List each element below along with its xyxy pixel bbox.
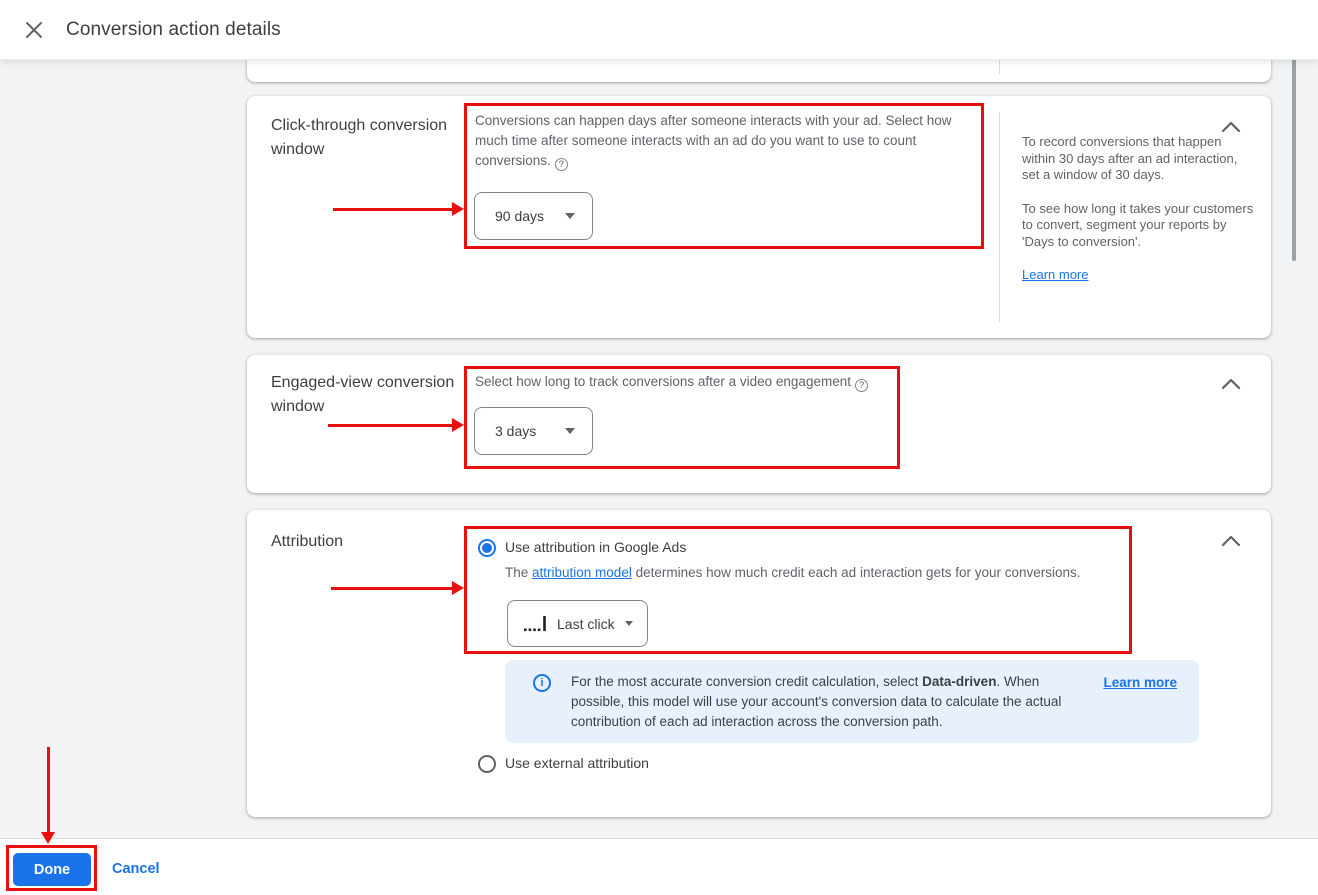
help-icon[interactable]: ?: [855, 379, 868, 392]
collapse-chevron-icon[interactable]: [1221, 120, 1241, 134]
info-icon: i: [533, 674, 551, 692]
page-title: Conversion action details: [66, 19, 281, 41]
collapse-chevron-icon[interactable]: [1221, 534, 1241, 548]
engaged-view-description: Select how long to track conversions aft…: [475, 372, 915, 392]
click-through-help-panel: To record conversions that happen within…: [1022, 134, 1258, 284]
click-through-label: Click-through conversion window: [271, 114, 456, 162]
help-icon[interactable]: ?: [555, 158, 568, 171]
click-through-window-dropdown[interactable]: 90 days: [474, 192, 593, 240]
close-icon[interactable]: [24, 20, 44, 40]
google-ads-attribution-radio-label: Use attribution in Google Ads: [505, 539, 686, 555]
attribution-label: Attribution: [271, 530, 456, 554]
dropdown-caret-icon: [565, 428, 575, 434]
annotation-arrow-done: [47, 747, 50, 833]
collapse-chevron-icon[interactable]: [1221, 377, 1241, 391]
attribution-model-link[interactable]: attribution model: [532, 565, 632, 580]
help-paragraph: To see how long it takes your customers …: [1022, 201, 1258, 251]
dropdown-caret-icon: [625, 621, 633, 626]
conversion-action-details-dialog: Conversion action details Click-through …: [0, 0, 1318, 895]
engaged-view-card: Engaged-view conversion window Select ho…: [247, 355, 1271, 493]
cancel-button[interactable]: Cancel: [112, 861, 160, 877]
learn-more-link[interactable]: Learn more: [1022, 267, 1088, 282]
engaged-view-window-dropdown[interactable]: 3 days: [474, 407, 593, 455]
data-driven-info-box: i For the most accurate conversion credi…: [505, 660, 1199, 743]
card-divider: [999, 112, 1000, 322]
click-through-card: Click-through conversion window Conversi…: [247, 96, 1271, 338]
learn-more-link[interactable]: Learn more: [1103, 675, 1177, 731]
dialog-header: Conversion action details: [0, 0, 1318, 60]
attribution-model-dropdown[interactable]: Last click: [507, 600, 648, 647]
engaged-view-window-value: 3 days: [495, 423, 536, 439]
done-button[interactable]: Done: [13, 853, 91, 886]
info-text: For the most accurate conversion credit …: [571, 672, 1079, 731]
help-paragraph: To record conversions that happen within…: [1022, 134, 1258, 184]
external-attribution-radio[interactable]: [478, 755, 496, 773]
dialog-footer: Done Cancel: [0, 838, 1318, 895]
external-attribution-radio-label: Use external attribution: [505, 755, 649, 771]
dropdown-caret-icon: [565, 213, 575, 219]
attribution-model-description: The attribution model determines how muc…: [505, 563, 1165, 583]
scrollbar-thumb[interactable]: [1292, 59, 1296, 261]
click-through-window-value: 90 days: [495, 208, 544, 224]
google-ads-attribution-radio[interactable]: [478, 539, 496, 557]
engaged-view-label: Engaged-view conversion window: [271, 371, 456, 419]
attribution-model-value: Last click: [557, 616, 615, 632]
attribution-card: Attribution Use attribution in Google Ad…: [247, 510, 1271, 817]
last-click-icon: [524, 615, 548, 633]
click-through-description: Conversions can happen days after someon…: [475, 111, 980, 171]
